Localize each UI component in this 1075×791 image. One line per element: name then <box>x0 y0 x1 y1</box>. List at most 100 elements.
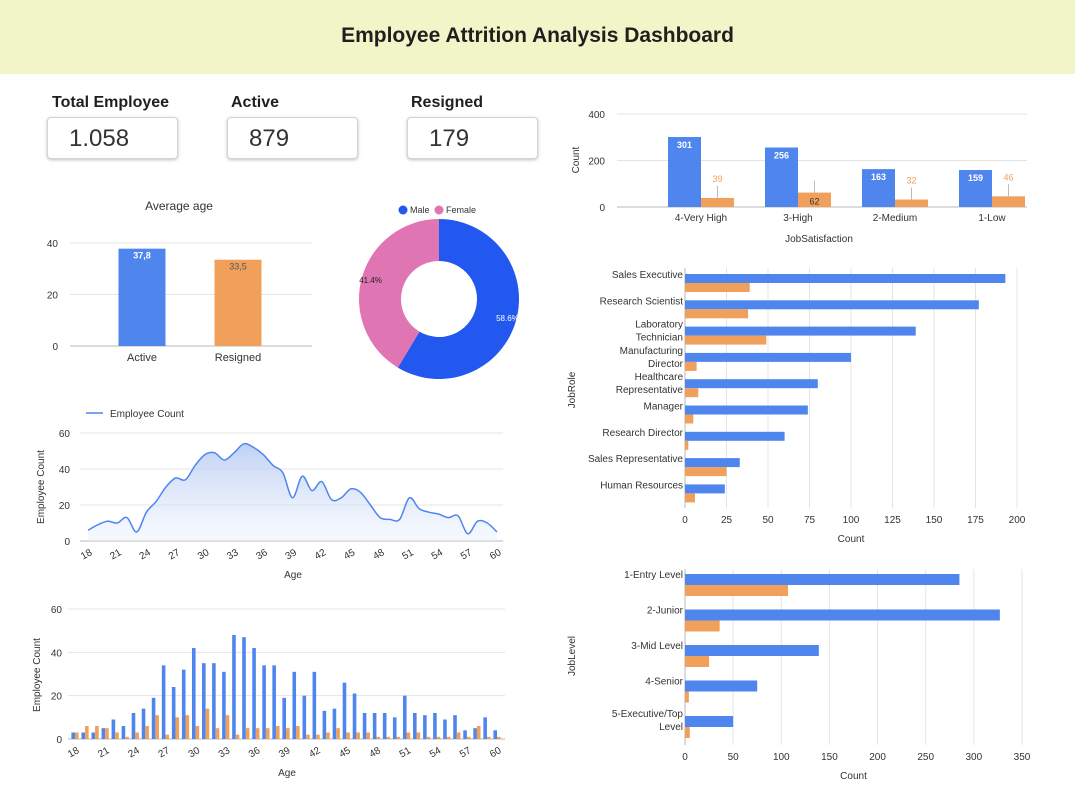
y-tick-label: Manufacturing <box>620 346 683 357</box>
y-tick-label: Manager <box>644 402 684 413</box>
bar-series-2 <box>326 732 330 739</box>
bar-series-2 <box>306 734 310 739</box>
bar-series-2 <box>165 734 170 739</box>
kpi-resigned-card: 179 <box>407 117 538 159</box>
legend-label: Male <box>410 205 430 215</box>
y-tick-label: 60 <box>51 605 63 616</box>
bar-series-2 <box>175 717 180 739</box>
x-tick-label: 27 <box>167 547 183 562</box>
x-tick-label: 150 <box>926 515 943 526</box>
x-tick-label: 54 <box>428 745 444 760</box>
bar-series-2 <box>215 728 220 739</box>
bar-series-2 <box>316 734 320 739</box>
x-tick-label: 2-Medium <box>873 213 917 224</box>
bar-series-1 <box>433 713 437 739</box>
y-tick-label: Director <box>648 359 684 370</box>
x-tick-label: 48 <box>368 745 384 760</box>
y-tick-label: Healthcare <box>635 372 684 383</box>
y-tick-label: 0 <box>56 735 62 746</box>
gender-donut-chart: Male Female 58.6% 41.4% <box>358 205 519 379</box>
bar-series-1 <box>272 665 276 739</box>
x-tick-label: 27 <box>157 745 173 760</box>
bar-series-1 <box>91 732 96 739</box>
job-level-chart: 0 50 100 150 200 250 300 350 1-Entry Level 2-Juni… <box>567 569 1031 782</box>
x-tick-label: 54 <box>430 547 446 562</box>
x-tick-label: 50 <box>762 515 774 526</box>
y-tick-label: Laboratory <box>635 320 683 331</box>
x-tick-label: 0 <box>682 515 688 526</box>
bar-series-1 <box>685 379 818 389</box>
legend-label: Female <box>446 205 476 215</box>
y-tick-label: Representative <box>616 385 684 396</box>
x-tick-label: 60 <box>488 745 504 760</box>
bar-series-2 <box>336 728 340 739</box>
bar-series-1 <box>453 715 457 739</box>
kpi-active-value: 879 <box>249 125 290 152</box>
x-tick-label: 60 <box>488 547 504 562</box>
job-role-chart: 0 25 50 75 100 125 150 175 200 Sales Executive Res… <box>567 268 1026 545</box>
x-tick-label: 51 <box>401 547 417 562</box>
bar-series-1 <box>81 732 86 739</box>
bar-series-1 <box>443 719 447 739</box>
bar-series-2 <box>265 728 270 739</box>
y-tick-label: Human Resources <box>600 480 683 491</box>
bar-series-1 <box>685 326 916 336</box>
x-tick-label: 175 <box>967 515 984 526</box>
chart-title: Average age <box>145 199 213 213</box>
y-tick-label: 20 <box>51 692 63 703</box>
x-tick-label: 45 <box>342 547 358 562</box>
bar-series-2 <box>366 732 370 739</box>
data-label: 163 <box>871 172 886 182</box>
bar-series-1 <box>685 405 808 415</box>
bar <box>118 248 166 346</box>
kpi-total-card: 1.058 <box>47 117 178 159</box>
bar-series-1 <box>685 574 960 585</box>
bar-series-1 <box>473 728 477 739</box>
x-tick-label: 24 <box>138 547 154 562</box>
bar-series-2 <box>75 732 79 739</box>
x-tick-label: 250 <box>917 752 934 763</box>
bar-series-1 <box>202 663 206 739</box>
bar-series-1 <box>342 682 347 739</box>
bar-series-1 <box>232 635 236 739</box>
bar-series-2 <box>685 585 789 596</box>
x-tick-label: 30 <box>187 745 203 760</box>
y-tick-label: 60 <box>59 429 71 440</box>
y-tick-label: 40 <box>59 465 71 476</box>
bar-series-2 <box>685 656 710 667</box>
bar-series-1 <box>685 352 851 362</box>
x-tick-label: 48 <box>371 547 387 562</box>
bar-series-2 <box>436 736 441 739</box>
legend-swatch <box>398 205 408 215</box>
x-tick-label: 1-Low <box>978 213 1006 224</box>
x-tick-label: 21 <box>108 547 124 562</box>
bar-series-1 <box>685 645 819 656</box>
bar-series-2 <box>255 728 260 739</box>
x-tick-label: 125 <box>884 515 901 526</box>
x-tick-label: 18 <box>66 745 82 760</box>
data-label: 301 <box>677 140 692 150</box>
bar-series-2 <box>685 440 689 450</box>
x-axis-label: JobSatisfaction <box>785 234 853 245</box>
bar-series-1 <box>685 484 725 494</box>
x-tick-label: 75 <box>804 515 816 526</box>
bar-series-1 <box>171 687 176 739</box>
x-tick-label: 200 <box>1009 515 1026 526</box>
bar-series-1 <box>191 648 196 739</box>
bar-series-2 <box>376 736 381 739</box>
bar-series-1 <box>685 609 1000 621</box>
job-satisfaction-chart: 0 200 400 Count 301 39 4-Very High 256 62 3-High 1… <box>571 110 1027 245</box>
dashboard-header: Employee Attrition Analysis Dashboard <box>0 0 1075 74</box>
area-fill <box>88 443 497 541</box>
data-label: 33,5 <box>229 262 247 272</box>
legend-label: Employee Count <box>110 409 184 420</box>
y-tick-label: 20 <box>59 501 71 512</box>
x-axis-label: Count <box>840 771 867 782</box>
bar-series-1 <box>392 717 397 739</box>
x-tick-label: 50 <box>728 752 740 763</box>
bar-series-2 <box>426 736 431 739</box>
bar-series-2 <box>685 727 690 738</box>
bar-series-1 <box>493 730 497 739</box>
bar-series-1 <box>483 717 487 739</box>
bar-series-2 <box>135 732 139 739</box>
